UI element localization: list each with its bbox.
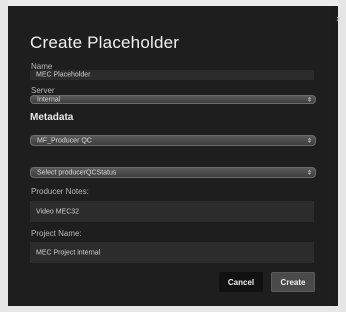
dialog-title: Create Placeholder (30, 33, 180, 52)
name-input[interactable]: MEC Placeholder (30, 70, 314, 80)
create-button[interactable]: Create (271, 272, 315, 292)
close-icon[interactable]: × (336, 14, 341, 24)
server-select[interactable]: Internal ⇕ (30, 95, 316, 104)
backdrop-right (338, 0, 346, 312)
cancel-button[interactable]: Cancel (219, 272, 263, 292)
metadata-template-value: MF_Producer QC (37, 137, 92, 144)
producer-notes-input[interactable]: Video MEC32 (30, 201, 314, 222)
metadata-heading: Metadata (30, 112, 74, 123)
metadata-template-select[interactable]: MF_Producer QC ⇕ (30, 135, 316, 146)
producer-notes-value: Video MEC32 (36, 208, 80, 215)
project-name-input[interactable]: MEC Project internal (30, 242, 314, 263)
producer-notes-label: Producer Notes: (31, 187, 89, 196)
chevron-updown-icon: ⇕ (306, 97, 312, 103)
chevron-updown-icon: ⇕ (306, 170, 312, 176)
qc-status-value: Select producerQCStatus (37, 169, 117, 176)
name-input-value: MEC Placeholder (36, 71, 91, 79)
qc-status-select[interactable]: Select producerQCStatus ⇕ (30, 167, 316, 178)
server-label: Server (31, 86, 55, 95)
project-name-label: Project Name: (31, 229, 82, 238)
backdrop-left (0, 0, 8, 312)
server-select-value: Internal (37, 96, 61, 103)
backdrop-bottom (0, 306, 346, 312)
project-name-value: MEC Project internal (36, 249, 101, 256)
chevron-updown-icon: ⇕ (306, 138, 312, 144)
